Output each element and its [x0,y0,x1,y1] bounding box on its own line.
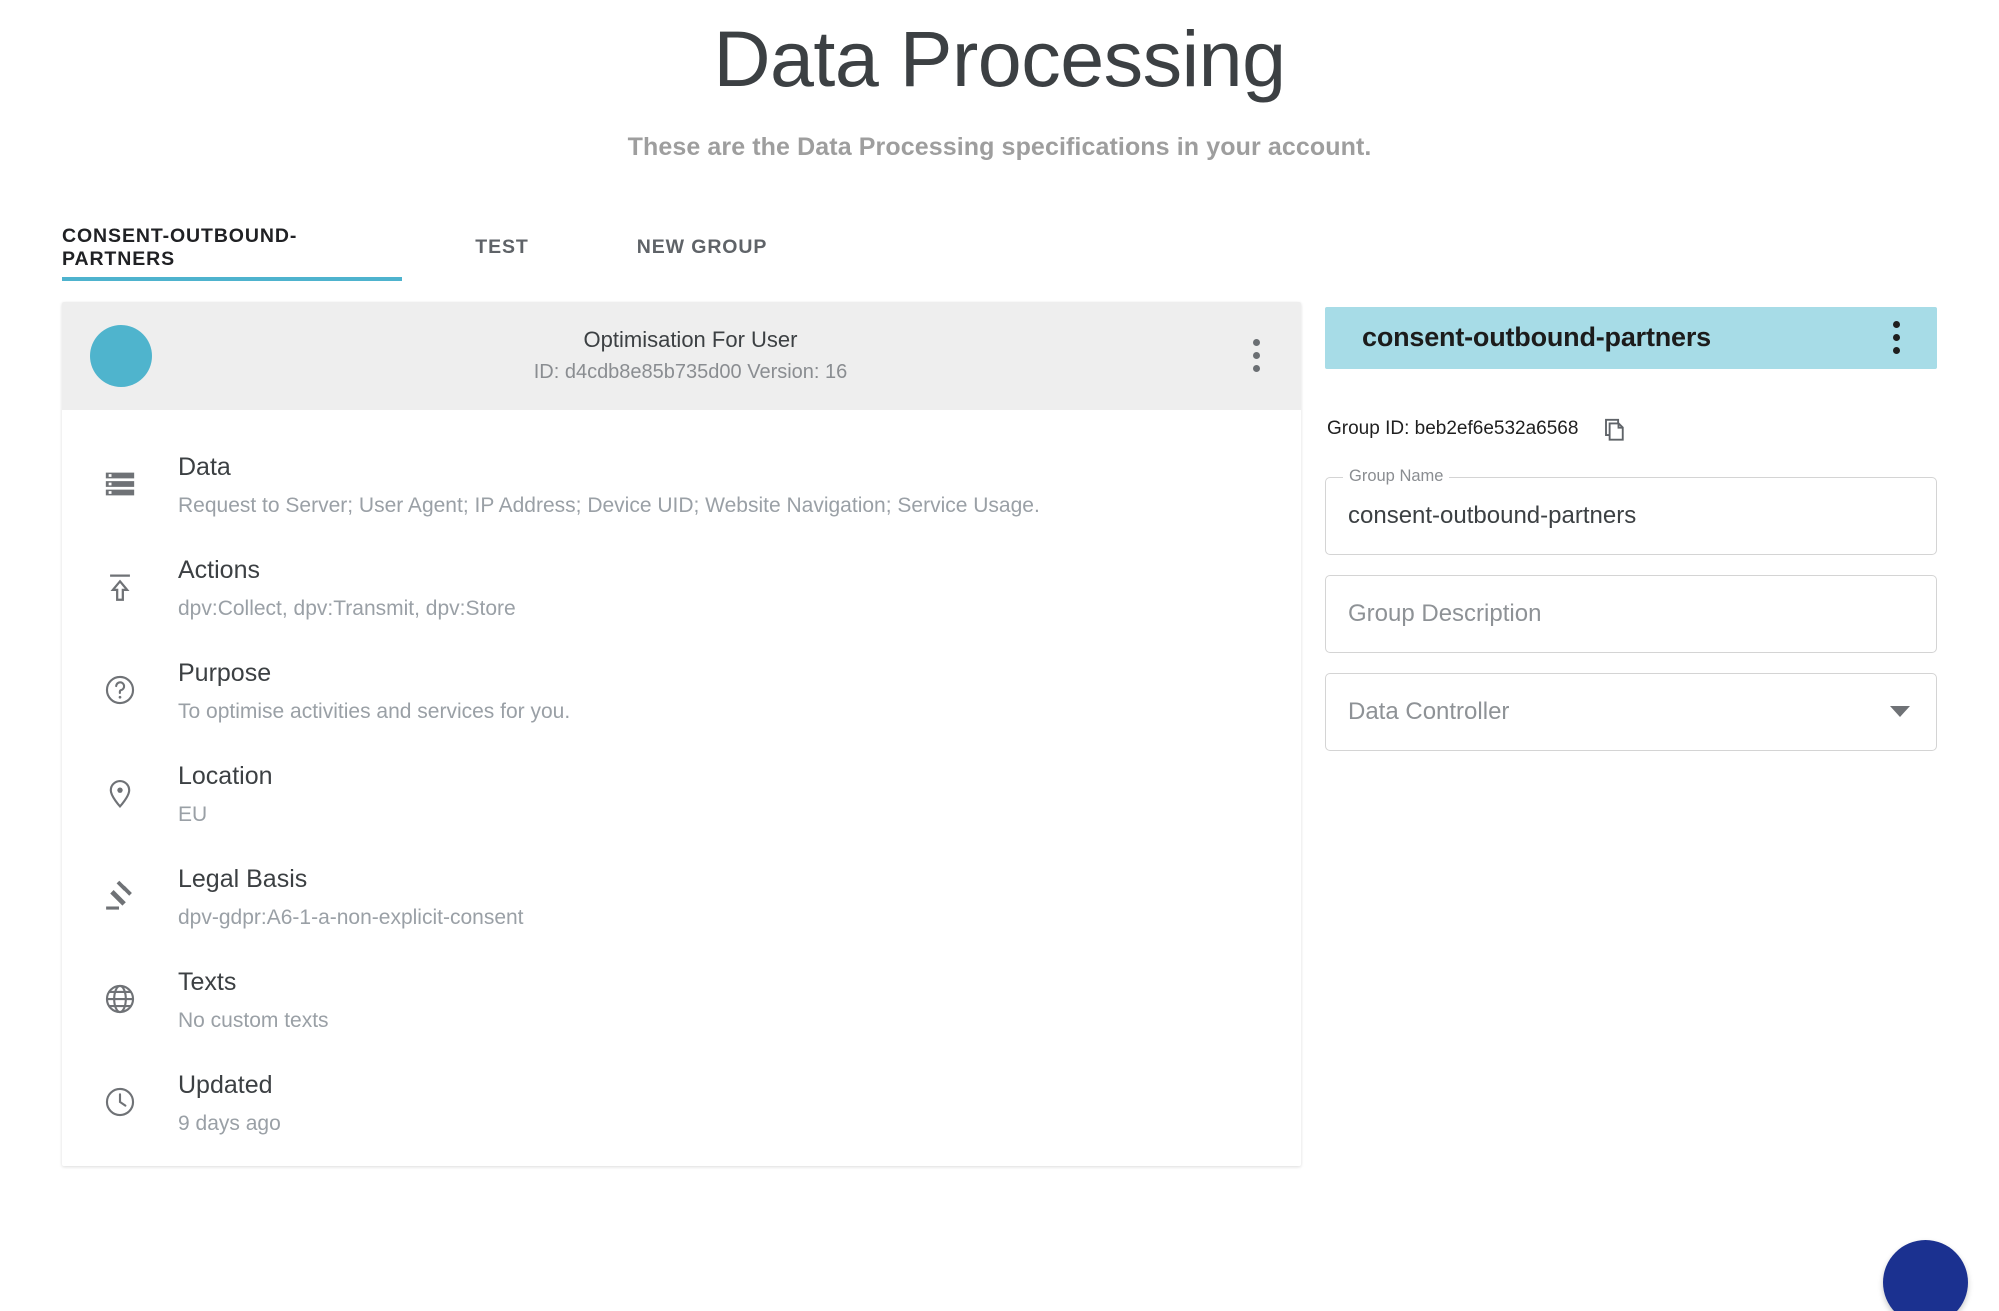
group-id-label: Group ID: beb2ef6e532a6568 [1327,417,1579,439]
list-item-texts: Actions dpv:Collect, dpv:Transmit, dpv:S… [178,554,1301,623]
content-area: Optimisation For User ID: d4cdb8e85b735d… [0,301,1999,1166]
list-item-texts: Data Request to Server; User Agent; IP A… [178,451,1301,520]
list-item-texts: Texts No custom texts [178,966,1301,1035]
tab-test[interactable]: TEST [402,215,602,281]
page-subtitle: These are the Data Processing specificat… [627,132,1372,161]
group-name-value: consent-outbound-partners [1348,501,1637,529]
spec-card-header: Optimisation For User ID: d4cdb8e85b735d… [62,301,1301,410]
tab-label: CONSENT-OUTBOUND-PARTNERS [62,224,298,270]
list-item-value: No custom texts [178,1009,329,1033]
group-description-placeholder: Group Description [1348,599,1542,627]
list-item-label: Legal Basis [178,865,308,894]
chevron-down-icon [1890,706,1910,718]
tab-consent-outbound-partners[interactable]: CONSENT-OUTBOUND-PARTNERS [62,215,402,281]
list-item-label: Purpose [178,659,272,688]
kebab-dot [1892,334,1900,342]
list-item-value: dpv-gdpr:A6-1-a-non-explicit-consent [178,905,524,929]
tab-label: TEST [475,236,529,259]
list-item-value: 9 days ago [178,1112,281,1136]
clock-icon [62,1069,178,1119]
group-name-label: Group Name [1343,468,1450,485]
list-item: Updated 9 days ago [62,1052,1301,1155]
list-item: Location EU [62,743,1301,846]
kebab-dot [1252,365,1260,373]
copy-icon[interactable] [1596,411,1632,447]
spec-title: Optimisation For User [583,327,798,353]
location-pin-icon [62,760,178,810]
tab-label: NEW GROUP [636,236,768,259]
list-item-value: To optimise activities and services for … [178,699,571,723]
add-button[interactable] [1883,1240,1968,1311]
kebab-dot [1892,321,1900,329]
spec-card: Optimisation For User ID: d4cdb8e85b735d… [62,301,1301,1166]
list-item-texts: Purpose To optimise activities and servi… [178,657,1301,726]
gavel-icon [62,863,178,913]
list-item-value: EU [178,802,208,826]
kebab-dot [1252,352,1260,360]
tab-bar: CONSENT-OUTBOUND-PARTNERS TEST NEW GROUP [0,215,1999,281]
spec-card-header-text: Optimisation For User ID: d4cdb8e85b735d… [142,326,1239,386]
list-item-texts: Location EU [178,760,1301,829]
list-item: Legal Basis dpv-gdpr:A6-1-a-non-explicit… [62,846,1301,949]
list-item-label: Location [178,762,273,791]
storage-icon [62,451,178,501]
spec-card-menu-icon[interactable] [1239,333,1273,379]
group-panel: consent-outbound-partners Group ID: beb2… [1325,306,1937,751]
list-item-label: Texts [178,968,237,997]
list-item-label: Actions [178,555,260,584]
kebab-dot [1252,339,1260,347]
data-controller-select[interactable]: Data Controller [1325,672,1937,751]
list-item: Texts No custom texts [62,949,1301,1052]
group-description-field[interactable]: Group Description [1325,574,1937,653]
spec-list: Data Request to Server; User Agent; IP A… [62,410,1301,1166]
group-id-row: Group ID: beb2ef6e532a6568 [1325,409,1937,449]
group-title: consent-outbound-partners [1362,322,1711,353]
data-controller-placeholder: Data Controller [1348,697,1510,725]
list-item-label: Data [178,452,231,481]
tab-new-group[interactable]: NEW GROUP [602,215,802,281]
list-item-label: Updated [178,1071,273,1100]
list-item: Actions dpv:Collect, dpv:Transmit, dpv:S… [62,537,1301,640]
page-root: Data Processing These are the Data Proce… [0,0,1999,1311]
help-circle-icon [62,657,178,707]
list-item: Data Request to Server; User Agent; IP A… [62,434,1301,537]
page-title: Data Processing [713,14,1286,103]
globe-icon [62,966,178,1016]
kebab-dot [1892,347,1900,355]
group-panel-header: consent-outbound-partners [1325,306,1937,369]
group-menu-icon[interactable] [1879,315,1913,361]
list-item-texts: Legal Basis dpv-gdpr:A6-1-a-non-explicit… [178,863,1301,932]
list-item-texts: Updated 9 days ago [178,1069,1301,1138]
list-item: Purpose To optimise activities and servi… [62,640,1301,743]
group-name-field[interactable]: Group Name consent-outbound-partners [1325,468,1937,555]
publish-icon [62,554,178,604]
list-item-value: Request to Server; User Agent; IP Addres… [178,493,1040,517]
list-item-value: dpv:Collect, dpv:Transmit, dpv:Store [178,596,516,620]
spec-subtitle: ID: d4cdb8e85b735d00 Version: 16 [533,360,848,383]
